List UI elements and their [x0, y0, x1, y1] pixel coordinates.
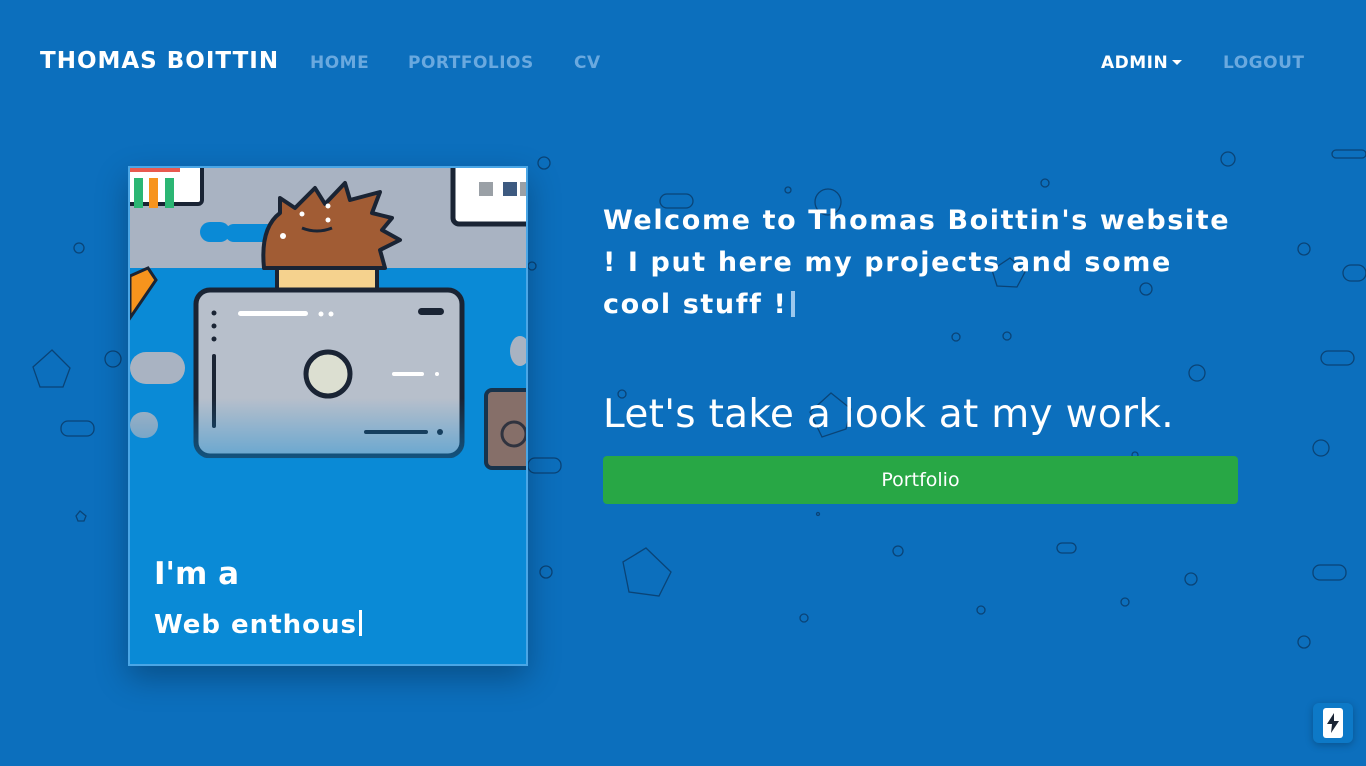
nav-home-link[interactable]: HOME [310, 53, 369, 73]
text-cursor [358, 610, 362, 636]
card-typing-text: Web enthous [154, 610, 362, 640]
lightning-bolt-icon [1323, 708, 1343, 738]
lightning-badge-button[interactable] [1313, 703, 1353, 743]
nav-cv-link[interactable]: CV [574, 53, 601, 73]
card-intro-text: I'm a [154, 556, 240, 592]
admin-dropdown-toggle[interactable]: ADMIN [1101, 53, 1183, 73]
profile-card: I'm a Web enthous [128, 166, 528, 666]
hero-subtitle: Let's take a look at my work. [603, 392, 1174, 437]
brand-link[interactable]: THOMAS BOITTIN [40, 48, 279, 74]
admin-dropdown-label: ADMIN [1101, 53, 1169, 73]
chevron-down-icon [1172, 60, 1183, 65]
text-cursor [791, 291, 796, 317]
welcome-text: Welcome to Thomas Boittin's website ! I … [603, 205, 1231, 320]
page: THOMAS BOITTIN HOME PORTFOLIOS CV ADMIN … [0, 0, 1366, 766]
nav-portfolios-link[interactable]: PORTFOLIOS [408, 53, 534, 73]
card-typing-value: Web enthous [154, 610, 357, 640]
developer-illustration [130, 168, 526, 528]
logout-link[interactable]: LOGOUT [1223, 53, 1304, 73]
portfolio-button[interactable]: Portfolio [603, 456, 1238, 504]
welcome-heading: Welcome to Thomas Boittin's website ! I … [603, 200, 1243, 326]
navbar: THOMAS BOITTIN HOME PORTFOLIOS CV ADMIN … [0, 0, 1366, 124]
